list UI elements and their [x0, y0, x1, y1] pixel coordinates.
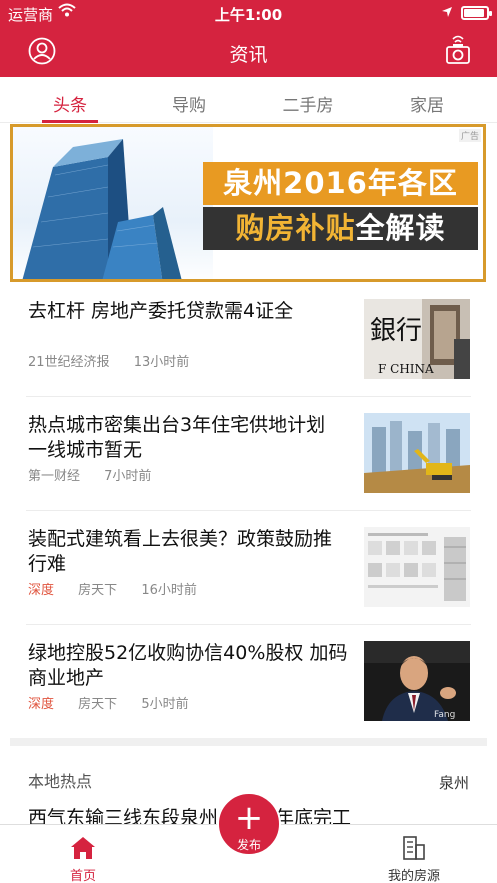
app-header: 运营商 上午1:00 资讯: [0, 0, 497, 77]
news-thumbnail: Fang: [364, 641, 470, 721]
banner-headline-2: 购房补贴全解读: [203, 207, 478, 250]
active-tab-indicator: [42, 120, 98, 123]
status-time: 上午1:00: [214, 6, 283, 24]
location-arrow-icon: [441, 4, 453, 22]
local-city-selector[interactable]: 泉州: [439, 772, 469, 793]
plus-icon: +: [234, 798, 264, 838]
news-time: 7小时前: [104, 469, 152, 484]
bottom-tab-home[interactable]: 首页: [23, 825, 143, 883]
divider: [26, 396, 471, 397]
news-tag: 深度: [28, 583, 55, 598]
news-tag: 深度: [28, 697, 55, 712]
banner-rest: 全解读: [355, 211, 446, 245]
news-source: 房天下: [78, 583, 118, 598]
svg-text:銀行: 銀行: [370, 316, 422, 346]
banner-ad[interactable]: 广告 泉州2016年各区 购房补贴全解读: [10, 124, 486, 282]
svg-text:F CHINA: F CHINA: [378, 362, 434, 376]
tab-home-decor[interactable]: 家居: [367, 91, 487, 116]
svg-text:Fang: Fang: [434, 710, 455, 720]
nav-bar: 资讯: [0, 26, 497, 77]
news-thumbnail: [364, 527, 470, 607]
news-time: 16小时前: [141, 583, 197, 598]
news-item[interactable]: 装配式建筑看上去很美？政策鼓励推行难 深度 房天下 16小时前: [0, 510, 497, 624]
news-source: 房天下: [78, 697, 118, 712]
news-title: 装配式建筑看上去很美？政策鼓励推行难: [28, 528, 333, 575]
section-separator: [10, 738, 487, 746]
news-meta: 深度 房天下 5小时前: [28, 693, 189, 712]
local-hot-title: 本地热点: [28, 772, 93, 791]
news-title: 热点城市密集出台3年住宅供地计划 一线城市暂无: [28, 414, 326, 461]
divider: [26, 510, 471, 511]
battery-icon: [461, 6, 492, 20]
news-item[interactable]: 热点城市密集出台3年住宅供地计划 一线城市暂无 第一财经 7小时前: [0, 396, 497, 510]
ad-tag: 广告: [458, 129, 481, 142]
tab-headlines[interactable]: 头条: [10, 91, 130, 116]
tab-shopping-guide[interactable]: 导购: [129, 91, 249, 116]
news-item[interactable]: 绿地控股52亿收购协信40%股权 加码商业地产 深度 房天下 5小时前 Fang: [0, 624, 497, 738]
news-title: 去杠杆 房地产委托贷款需4证全: [28, 300, 294, 322]
category-tabs: 头条 导购 二手房 家居: [0, 77, 497, 123]
news-time: 13小时前: [133, 355, 190, 370]
banner-headline-1: 泉州2016年各区: [203, 162, 478, 205]
status-bar: 运营商 上午1:00: [0, 0, 497, 26]
publish-label: 发布: [236, 838, 261, 852]
bottom-tab-my-listings[interactable]: 我的房源: [354, 825, 474, 883]
page-title: 资讯: [229, 44, 268, 66]
news-title: 绿地控股52亿收购协信40%股权 加码商业地产: [28, 642, 348, 689]
news-meta: 深度 房天下 16小时前: [28, 579, 197, 598]
divider: [26, 624, 471, 625]
building-icon: [403, 836, 425, 860]
news-meta: 第一财经 7小时前: [28, 465, 151, 484]
news-meta: 21世纪经济报 13小时前: [28, 351, 189, 370]
news-source: 第一财经: [28, 469, 81, 484]
skyscraper-image: [13, 127, 213, 279]
publish-button[interactable]: + 发布: [217, 792, 281, 876]
banner-highlight: 购房补贴: [235, 211, 356, 245]
news-item[interactable]: 去杠杆 房地产委托贷款需4证全 21世纪经济报 13小时前 銀行 F CHINA: [0, 282, 497, 396]
news-thumbnail: [364, 413, 470, 493]
bottom-tab-label: 首页: [69, 869, 96, 883]
news-source: 21世纪经济报: [28, 355, 110, 370]
publish-circle: + 发布: [217, 792, 281, 856]
camera-signal-icon[interactable]: [445, 33, 471, 69]
tab-second-hand[interactable]: 二手房: [248, 91, 368, 116]
news-time: 5小时前: [141, 697, 189, 712]
home-icon: [71, 837, 95, 859]
news-thumbnail: 銀行 F CHINA: [364, 299, 470, 379]
bottom-tab-label: 我的房源: [387, 869, 440, 883]
